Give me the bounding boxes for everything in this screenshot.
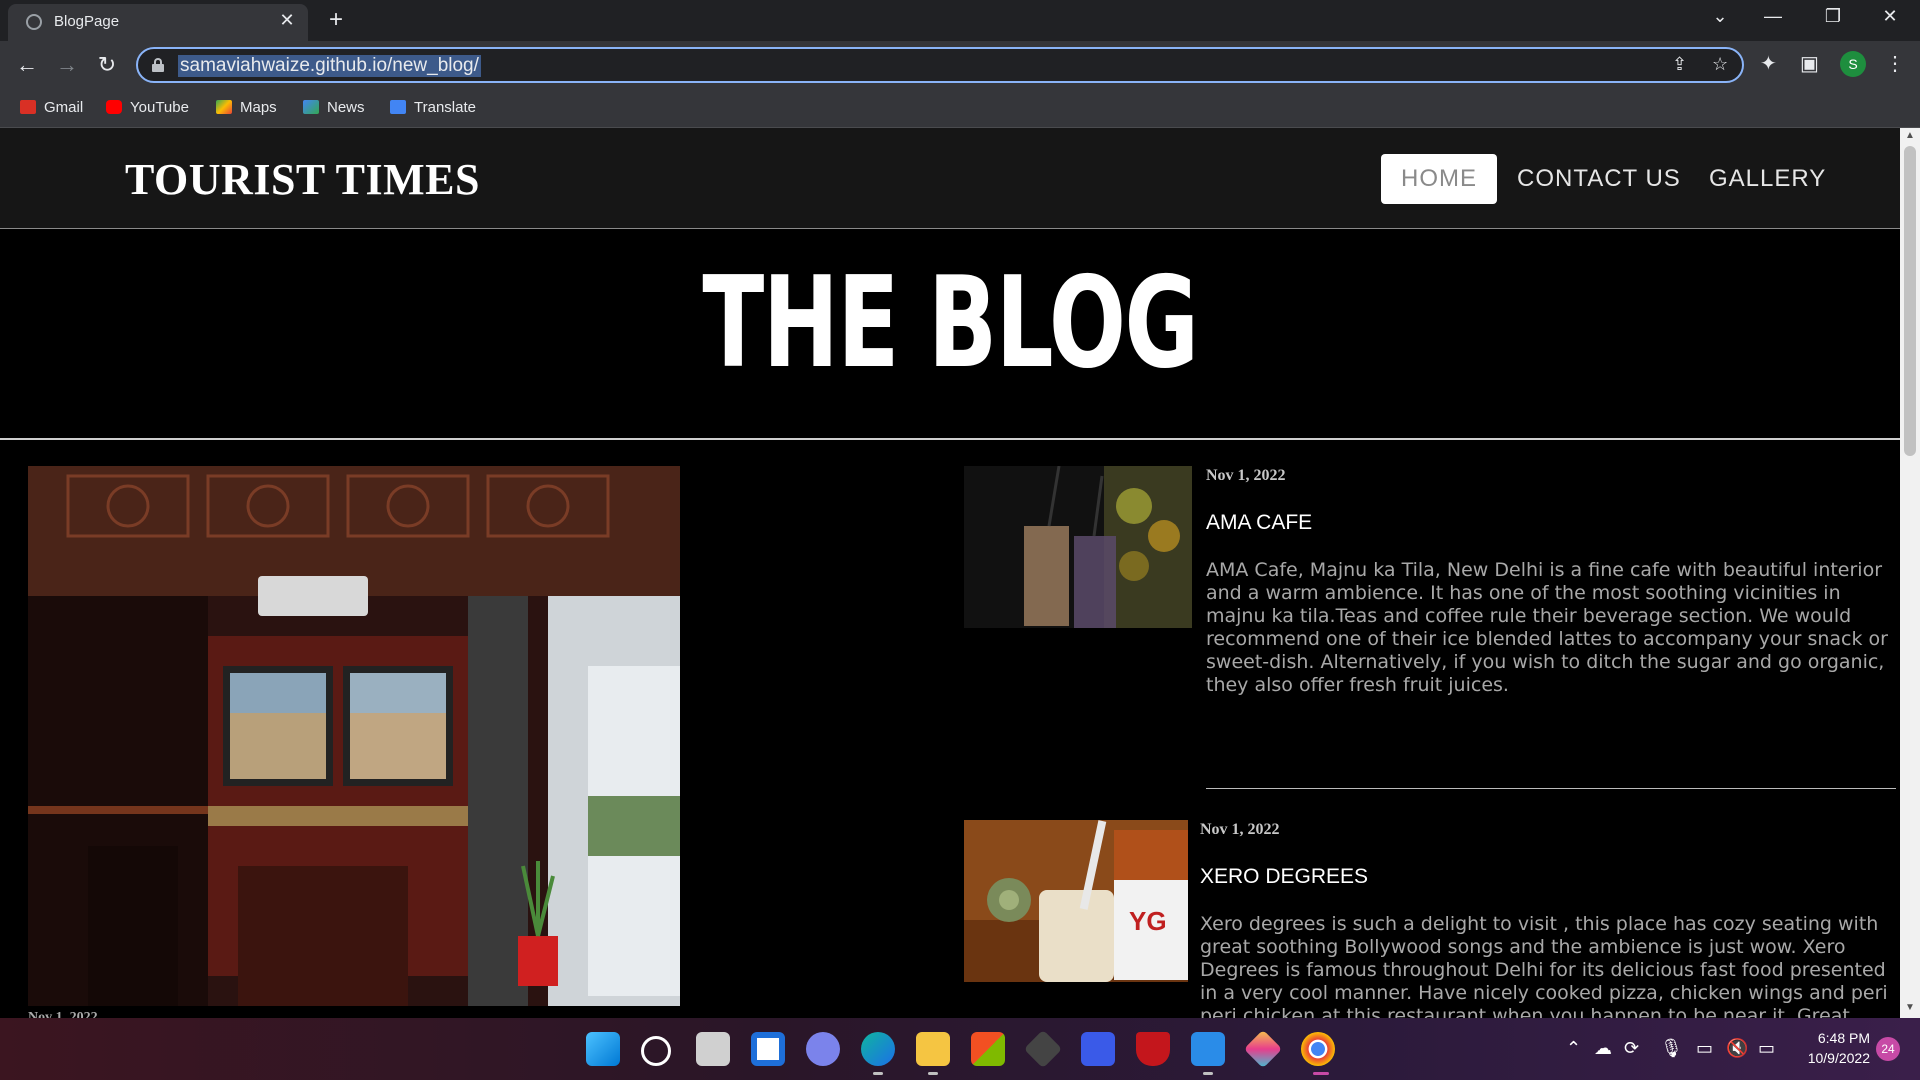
volume-muted-icon[interactable]: 🔇 (1726, 1038, 1748, 1059)
clock-time: 6:48 PM (1817, 1030, 1870, 1046)
tab-title: BlogPage (54, 13, 120, 30)
explorer-running-indicator (928, 1072, 938, 1075)
xero-degrees-drink-image: YG (964, 820, 1188, 982)
search-icon[interactable] (641, 1036, 671, 1066)
sync-icon[interactable]: ⟳ (1624, 1038, 1639, 1059)
system-clock[interactable]: 6:48 PM 10/9/2022 (1790, 1028, 1870, 1068)
windows-taskbar: ⌃ ☁ ⟳ 🎙 ▭ 🔇 ▭ 6:48 PM 10/9/2022 24 (0, 1018, 1920, 1080)
new-tab-button[interactable]: + (322, 6, 350, 34)
site-title[interactable]: TOURIST TIMES (125, 154, 480, 205)
microphone-icon[interactable]: 🎙 (1660, 1038, 1683, 1059)
post-divider (1206, 788, 1896, 789)
reload-button[interactable]: ↻ (92, 50, 122, 80)
bookmark-youtube[interactable]: YouTube (106, 99, 189, 116)
lock-icon[interactable] (152, 58, 164, 72)
bookmark-translate[interactable]: Translate (390, 99, 476, 116)
forward-button[interactable]: → (52, 50, 82, 80)
network-icon[interactable]: ▭ (1696, 1038, 1713, 1059)
hero-title: THE BLOG (702, 249, 1199, 396)
youtube-icon (106, 100, 122, 114)
back-button[interactable]: ← (12, 50, 42, 80)
onedrive-icon[interactable]: ☁ (1594, 1038, 1612, 1059)
bookmark-maps[interactable]: Maps (216, 99, 277, 116)
post-thumbnail[interactable]: YG (964, 820, 1188, 982)
chrome-icon[interactable] (1301, 1032, 1335, 1066)
web-page: TOURIST TIMES HOME CONTACT US GALLERY TH… (0, 128, 1900, 1018)
share-icon[interactable]: ⇪ (1672, 54, 1687, 75)
chevron-up-icon[interactable]: ⌃ (1566, 1038, 1581, 1059)
gmail-icon (20, 100, 36, 114)
nav-contact-us[interactable]: CONTACT US (1517, 154, 1681, 204)
edge-running-indicator (873, 1072, 883, 1075)
featured-date: Nov 1, 2022 (28, 1010, 98, 1018)
clock-date: 10/9/2022 (1807, 1050, 1870, 1066)
post-title[interactable]: XERO DEGREES (1200, 865, 1368, 889)
maps-icon (216, 100, 232, 114)
url-text[interactable]: samaviahwaize.github.io/new_blog/ (178, 55, 481, 77)
git-icon[interactable] (1243, 1029, 1283, 1069)
browser-tab[interactable]: BlogPage ✕ (8, 4, 308, 41)
restore-button[interactable]: ❐ (1813, 6, 1853, 27)
address-bar[interactable]: samaviahwaize.github.io/new_blog/ ⇪ ☆ (136, 47, 1744, 83)
hero-banner: THE BLOG (0, 229, 1900, 440)
tab-bar: BlogPage ✕ + ⌄ — ❐ ✕ (0, 0, 1920, 41)
scroll-thumb[interactable] (1904, 146, 1916, 456)
site-header: TOURIST TIMES HOME CONTACT US GALLERY (0, 128, 1900, 229)
scroll-down-icon[interactable]: ▼ (1900, 1002, 1920, 1013)
vscode-running-indicator (1203, 1072, 1213, 1075)
globe-icon (26, 14, 42, 30)
bookmark-star-icon[interactable]: ☆ (1712, 54, 1728, 75)
widgets-icon[interactable] (751, 1032, 785, 1066)
vscode-icon[interactable] (1191, 1032, 1225, 1066)
menu-icon[interactable]: ⋮ (1885, 51, 1905, 76)
chat-icon[interactable] (806, 1032, 840, 1066)
tab-search-icon[interactable]: ⌄ (1700, 6, 1740, 27)
task-view-icon[interactable] (696, 1032, 730, 1066)
profile-avatar[interactable]: S (1840, 51, 1866, 77)
unity-icon[interactable] (1023, 1029, 1063, 1069)
close-window-button[interactable]: ✕ (1870, 6, 1910, 27)
browser-toolbar: ← → ↻ samaviahwaize.github.io/new_blog/ … (0, 41, 1920, 90)
page-scrollbar[interactable]: ▲ ▼ (1900, 128, 1920, 1018)
notes-app-icon[interactable] (1081, 1032, 1115, 1066)
close-tab-icon[interactable]: ✕ (276, 10, 298, 31)
edge-icon[interactable] (861, 1032, 895, 1066)
side-panel-icon[interactable]: ▣ (1800, 51, 1819, 76)
nav-gallery[interactable]: GALLERY (1709, 154, 1826, 204)
minimize-button[interactable]: — (1753, 6, 1793, 27)
featured-image[interactable] (28, 466, 680, 1006)
ama-cafe-drinks-image (964, 466, 1192, 628)
bookmarks-bar: Gmail YouTube Maps News Translate (0, 90, 1920, 128)
translate-icon (390, 100, 406, 114)
mcafee-icon[interactable] (1136, 1032, 1170, 1066)
restaurant-interior-image (28, 466, 680, 1006)
post-thumbnail[interactable] (964, 466, 1192, 628)
bookmark-gmail[interactable]: Gmail (20, 99, 83, 116)
start-icon[interactable] (586, 1032, 620, 1066)
notification-badge[interactable]: 24 (1876, 1037, 1900, 1061)
battery-icon[interactable]: ▭ (1758, 1038, 1775, 1059)
post-date: Nov 1, 2022 (1206, 467, 1286, 484)
post-excerpt: Xero degrees is such a delight to visit … (1200, 913, 1888, 1018)
file-explorer-icon[interactable] (916, 1032, 950, 1066)
store-icon[interactable] (971, 1032, 1005, 1066)
post-title[interactable]: AMA CAFE (1206, 511, 1312, 535)
scroll-up-icon[interactable]: ▲ (1900, 130, 1920, 141)
bookmark-news[interactable]: News (303, 99, 365, 116)
post-date: Nov 1, 2022 (1200, 821, 1280, 838)
chrome-active-indicator (1313, 1072, 1329, 1075)
extensions-icon[interactable]: ✦ (1760, 51, 1777, 76)
post-excerpt: AMA Cafe, Majnu ka Tila, New Delhi is a … (1206, 559, 1888, 696)
nav-home[interactable]: HOME (1381, 154, 1497, 204)
news-icon (303, 100, 319, 114)
svg-text:YG: YG (1129, 906, 1167, 936)
